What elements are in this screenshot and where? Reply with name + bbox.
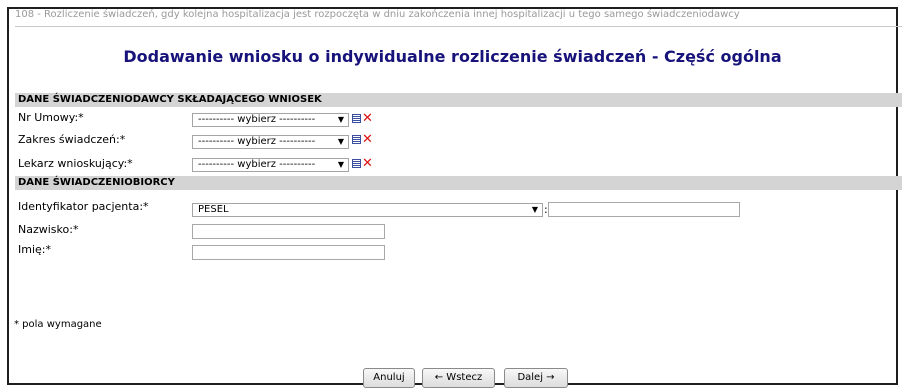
back-button[interactable]: ← Wstecz xyxy=(422,368,495,388)
cancel-button[interactable]: Anuluj xyxy=(363,368,415,388)
patient-id-type-value: PESEL xyxy=(198,204,229,215)
surname-label: Nazwisko:* xyxy=(18,223,79,236)
list-icon[interactable] xyxy=(352,135,361,144)
next-button[interactable]: Dalej → xyxy=(504,368,568,388)
contract-number-select[interactable]: ---------- wybierz ---------- ▼ xyxy=(192,113,349,127)
requesting-doctor-value: ---------- wybierz ---------- xyxy=(198,159,316,170)
breadcrumb: 108 - Rozliczenie świadczeń, gdy kolejna… xyxy=(15,9,740,20)
service-scope-label: Zakres świadczeń:* xyxy=(18,133,126,146)
service-scope-value: ---------- wybierz ---------- xyxy=(198,136,316,147)
clear-icon[interactable]: ✕ xyxy=(362,133,373,146)
chevron-down-icon: ▼ xyxy=(531,205,538,214)
list-icon[interactable] xyxy=(352,114,361,123)
breadcrumb-divider xyxy=(15,26,902,27)
surname-input[interactable] xyxy=(192,224,385,239)
chevron-down-icon: ▼ xyxy=(337,137,344,146)
clear-icon[interactable]: ✕ xyxy=(362,112,373,125)
patient-id-label: Identyfikator pacjenta:* xyxy=(18,200,149,213)
section-header-patient: DANE ŚWIADCZENIOBIORCY xyxy=(15,176,902,190)
required-fields-note: * pola wymagane xyxy=(14,319,102,330)
clear-icon[interactable]: ✕ xyxy=(362,157,373,170)
chevron-down-icon: ▼ xyxy=(337,115,344,124)
page-title: Dodawanie wniosku o indywidualne rozlicz… xyxy=(123,47,782,66)
section-header-provider: DANE ŚWIADCZENIODAWCY SKŁADAJĄCEGO WNIOS… xyxy=(15,93,902,107)
first-name-label: Imię:* xyxy=(18,243,51,256)
contract-number-label: Nr Umowy:* xyxy=(18,111,84,124)
contract-number-value: ---------- wybierz ---------- xyxy=(198,114,316,125)
patient-id-input[interactable] xyxy=(548,202,740,217)
first-name-input[interactable] xyxy=(192,245,385,260)
service-scope-select[interactable]: ---------- wybierz ---------- ▼ xyxy=(192,135,349,149)
chevron-down-icon: ▼ xyxy=(337,160,344,169)
patient-id-type-select[interactable]: PESEL ▼ xyxy=(192,203,543,217)
requesting-doctor-select[interactable]: ---------- wybierz ---------- ▼ xyxy=(192,158,349,172)
requesting-doctor-label: Lekarz wnioskujący:* xyxy=(18,157,133,170)
list-icon[interactable] xyxy=(352,159,361,168)
